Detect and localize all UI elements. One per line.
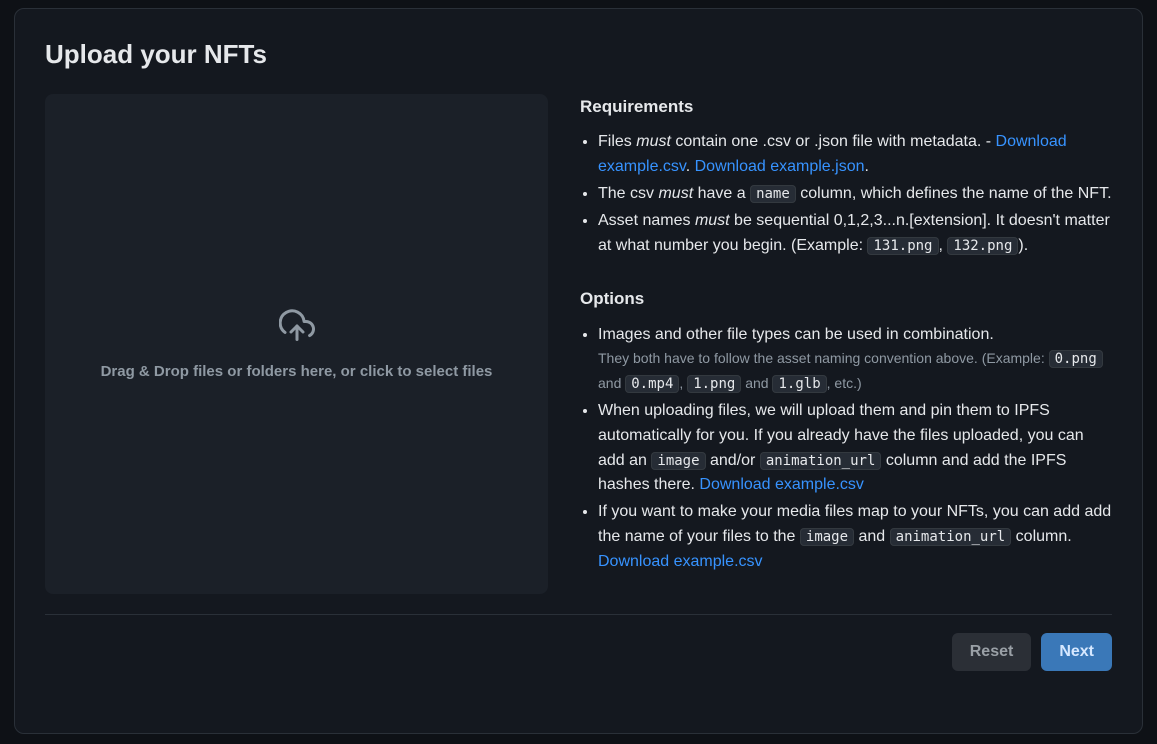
text: contain one .csv or .json file with meta… xyxy=(671,133,996,150)
download-example-csv-link[interactable]: Download example.csv xyxy=(598,553,763,570)
text: Asset names xyxy=(598,212,695,229)
requirement-item: Files must contain one .csv or .json fil… xyxy=(598,130,1112,180)
requirement-item: Asset names must be sequential 0,1,2,3..… xyxy=(598,209,1112,259)
code-file: 0.mp4 xyxy=(625,375,679,393)
option-item: When uploading files, we will upload the… xyxy=(598,399,1112,498)
emph: must xyxy=(695,212,730,229)
next-button[interactable]: Next xyxy=(1041,633,1112,671)
text: . xyxy=(686,158,695,175)
option-item: If you want to make your media files map… xyxy=(598,500,1112,574)
option-item: Images and other file types can be used … xyxy=(598,323,1112,397)
emph: must xyxy=(636,133,671,150)
page-title: Upload your NFTs xyxy=(45,39,1112,70)
download-example-json-link[interactable]: Download example.json xyxy=(695,158,865,175)
text: have a xyxy=(693,185,750,202)
text: and xyxy=(741,375,772,391)
text: column. xyxy=(1011,528,1071,545)
code-file: 0.png xyxy=(1049,350,1103,368)
text: Files xyxy=(598,133,636,150)
code-file: 1.glb xyxy=(772,375,826,393)
text: The csv xyxy=(598,185,658,202)
reset-button[interactable]: Reset xyxy=(952,633,1032,671)
text: ). xyxy=(1018,237,1028,254)
code-file: 131.png xyxy=(867,237,938,255)
text: and/or xyxy=(706,452,760,469)
code-column: image xyxy=(800,528,854,546)
text: and xyxy=(854,528,890,545)
footer-actions: Reset Next xyxy=(45,615,1112,671)
requirements-list: Files must contain one .csv or .json fil… xyxy=(580,130,1112,258)
text: . xyxy=(865,158,869,175)
requirement-item: The csv must have a name column, which d… xyxy=(598,182,1112,207)
upload-panel: Upload your NFTs Drag & Drop files or fo… xyxy=(14,8,1143,734)
emph: must xyxy=(658,185,693,202)
code-name: name xyxy=(750,185,796,203)
code-column: animation_url xyxy=(890,528,1012,546)
code-file: 132.png xyxy=(947,237,1018,255)
content-row: Drag & Drop files or folders here, or cl… xyxy=(45,94,1112,594)
text: Images and other file types can be used … xyxy=(598,326,994,343)
info-column: Requirements Files must contain one .csv… xyxy=(580,94,1112,594)
options-heading: Options xyxy=(580,286,1112,312)
requirements-heading: Requirements xyxy=(580,94,1112,120)
text: and xyxy=(598,375,625,391)
code-column: image xyxy=(651,452,705,470)
text: column, which defines the name of the NF… xyxy=(796,185,1112,202)
download-example-csv-link[interactable]: Download example.csv xyxy=(699,476,864,493)
upload-cloud-icon xyxy=(279,308,315,349)
code-file: 1.png xyxy=(687,375,741,393)
file-dropzone[interactable]: Drag & Drop files or folders here, or cl… xyxy=(45,94,548,594)
text: They both have to follow the asset namin… xyxy=(598,350,1049,366)
dropzone-text: Drag & Drop files or folders here, or cl… xyxy=(101,363,493,380)
code-column: animation_url xyxy=(760,452,882,470)
options-list: Images and other file types can be used … xyxy=(580,323,1112,575)
text: , etc.) xyxy=(827,375,862,391)
option-subtext: They both have to follow the asset namin… xyxy=(598,350,1103,391)
